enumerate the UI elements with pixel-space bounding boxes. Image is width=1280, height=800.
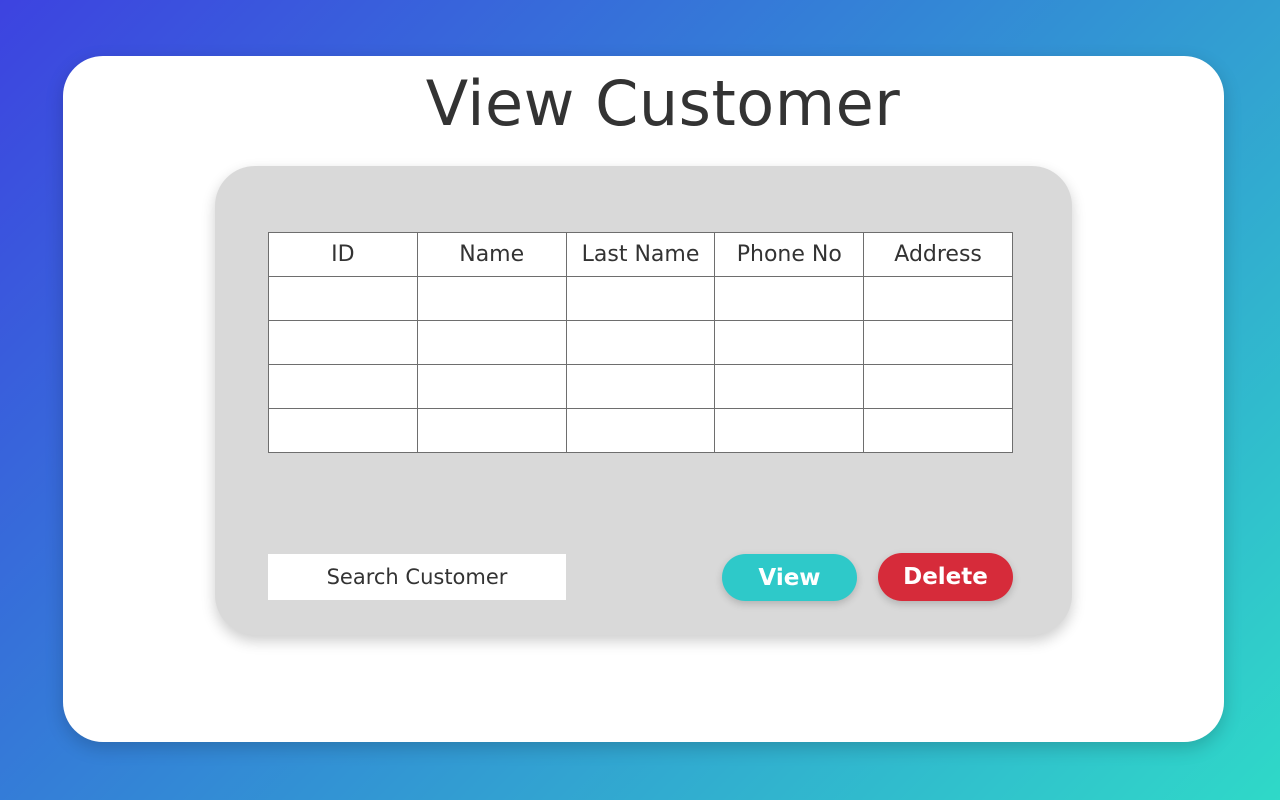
table-row[interactable] (268, 364, 1013, 409)
column-header-name: Name (416, 232, 567, 277)
search-customer-input[interactable] (268, 554, 566, 600)
table-cell[interactable] (268, 364, 418, 409)
table-cell[interactable] (416, 408, 567, 453)
table-cell[interactable] (416, 276, 567, 321)
table-cell[interactable] (565, 364, 716, 409)
table-cell[interactable] (268, 276, 418, 321)
table-cell[interactable] (268, 320, 418, 365)
table-cell[interactable] (863, 276, 1013, 321)
table-cell[interactable] (416, 364, 567, 409)
column-header-phone-no: Phone No (714, 232, 865, 277)
column-header-address: Address (863, 232, 1013, 277)
column-header-id: ID (268, 232, 418, 277)
table-cell[interactable] (416, 320, 567, 365)
table-row[interactable] (268, 408, 1013, 453)
table-cell[interactable] (863, 408, 1013, 453)
view-button[interactable]: View (722, 554, 857, 601)
table-cell[interactable] (863, 320, 1013, 365)
page-title: View Customer (425, 67, 901, 140)
table-cell[interactable] (714, 408, 865, 453)
delete-button[interactable]: Delete (878, 553, 1013, 601)
table-cell[interactable] (565, 276, 716, 321)
table-header-row: ID Name Last Name Phone No Address (268, 232, 1013, 277)
table-cell[interactable] (863, 364, 1013, 409)
table-row[interactable] (268, 320, 1013, 365)
table-cell[interactable] (268, 408, 418, 453)
table-cell[interactable] (714, 364, 865, 409)
table-cell[interactable] (714, 276, 865, 321)
column-header-last-name: Last Name (565, 232, 716, 277)
customer-table: ID Name Last Name Phone No Address (268, 232, 1013, 453)
table-cell[interactable] (714, 320, 865, 365)
table-row[interactable] (268, 276, 1013, 321)
table-cell[interactable] (565, 320, 716, 365)
table-cell[interactable] (565, 408, 716, 453)
